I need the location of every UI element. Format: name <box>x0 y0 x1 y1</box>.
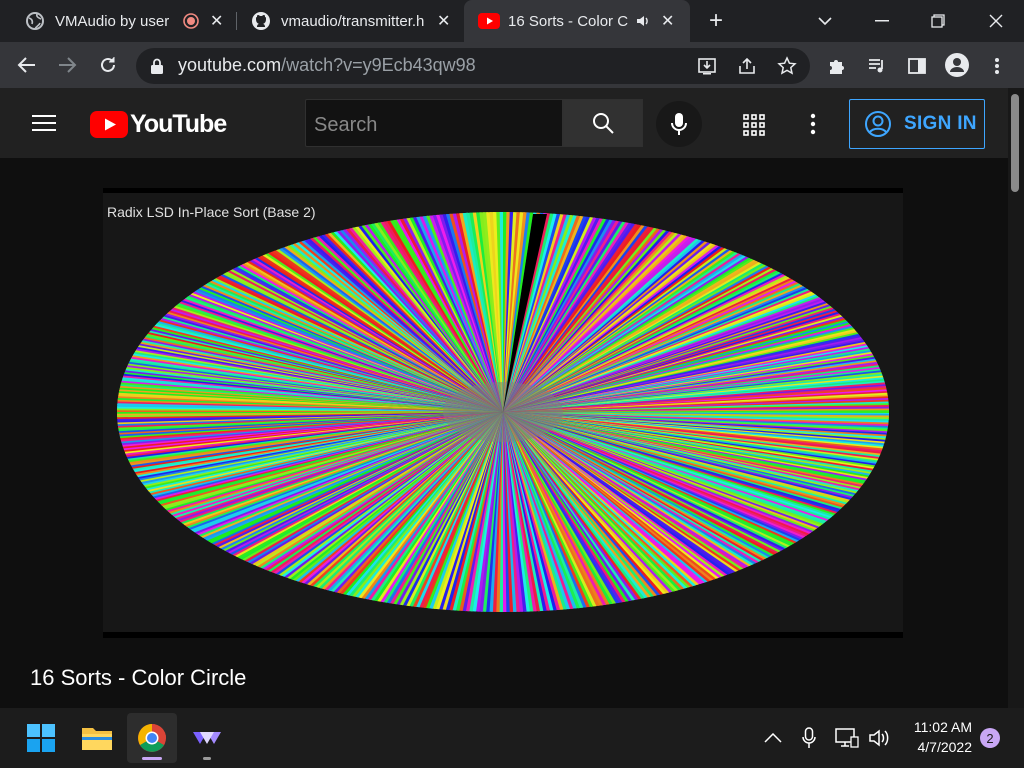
hamburger-menu-icon[interactable] <box>32 113 56 138</box>
tray-microphone-icon[interactable] <box>797 726 821 750</box>
youtube-play-icon <box>90 111 128 138</box>
tab-title: VMAudio by user <box>55 12 170 30</box>
start-windows-icon[interactable] <box>16 713 66 763</box>
github-icon <box>251 11 271 35</box>
tab-title: vmaudio/transmitter.h <box>281 12 425 30</box>
video-overlay-label: Radix LSD In-Place Sort (Base 2) <box>107 204 316 220</box>
sign-in-label: SIGN IN <box>904 113 977 134</box>
install-app-icon[interactable] <box>692 51 722 81</box>
taskbar-clock[interactable]: 11:02 AM 4/7/2022 <box>914 717 972 757</box>
notification-badge[interactable]: 2 <box>980 728 1000 748</box>
settings-more-icon[interactable] <box>810 113 816 140</box>
browser-menu-icon[interactable] <box>982 51 1012 81</box>
restore-button[interactable] <box>910 0 966 42</box>
close-tab-icon[interactable]: ✕ <box>661 11 674 31</box>
video-title: 16 Sorts - Color Circle <box>30 665 247 690</box>
network-icon[interactable] <box>835 726 859 750</box>
url-path: /watch?v=y9Ecb43qw98 <box>281 55 476 75</box>
search-button[interactable] <box>563 99 643 147</box>
tab-youtube-video[interactable]: 16 Sorts - Color C ✕ <box>464 0 690 42</box>
forward-arrow-icon[interactable] <box>52 50 82 80</box>
side-panel-icon[interactable] <box>902 51 932 81</box>
new-tab-button[interactable]: + <box>688 0 744 42</box>
clock-date: 4/7/2022 <box>917 739 973 755</box>
voice-search-button[interactable] <box>656 101 702 147</box>
share-icon[interactable] <box>732 51 762 81</box>
tab-vmaudio[interactable]: VMAudio by user ✕ <box>0 0 236 42</box>
close-tab-icon[interactable]: ✕ <box>210 11 223 31</box>
vmaudio-app-icon[interactable] <box>182 713 232 763</box>
profile-avatar-icon[interactable] <box>942 50 972 80</box>
search-placeholder: Search <box>314 114 378 136</box>
chrome-taskbar-icon[interactable] <box>127 713 177 763</box>
volume-icon[interactable] <box>867 726 891 750</box>
tab-title: 16 Sorts - Color C <box>508 12 628 30</box>
close-window-button[interactable] <box>968 0 1024 42</box>
microphone-icon <box>671 113 687 135</box>
youtube-logo[interactable]: YouTube <box>90 110 227 139</box>
speaker-audio-icon[interactable] <box>635 13 651 33</box>
tab-search-chevron-icon[interactable] <box>797 0 853 42</box>
tab-github-transmitter[interactable]: vmaudio/transmitter.h ✕ <box>237 0 463 42</box>
account-circle-icon <box>865 111 891 137</box>
color-circle-visualization <box>117 212 889 612</box>
back-arrow-icon[interactable] <box>12 50 42 80</box>
lock-icon[interactable] <box>142 51 172 81</box>
search-icon <box>593 113 614 134</box>
video-player[interactable]: Radix LSD In-Place Sort (Base 2) <box>103 188 903 638</box>
clock-time: 11:02 AM <box>913 719 972 735</box>
extensions-puzzle-icon[interactable] <box>822 51 852 81</box>
running-app-indicator <box>203 757 211 760</box>
url-host: youtube.com <box>178 55 282 75</box>
youtube-favicon-icon <box>478 13 500 33</box>
sign-in-button[interactable]: SIGN IN <box>849 99 985 149</box>
recording-icon <box>182 12 200 34</box>
player-bottom-border <box>103 632 903 638</box>
globe-icon <box>25 11 45 35</box>
close-tab-icon[interactable]: ✕ <box>437 11 450 31</box>
active-app-indicator <box>142 757 162 760</box>
file-explorer-icon[interactable] <box>72 713 122 763</box>
url-text[interactable]: youtube.com/watch?v=y9Ecb43qw98 <box>178 55 476 76</box>
minimize-button[interactable] <box>854 0 910 42</box>
reload-icon[interactable] <box>93 50 123 80</box>
youtube-logo-text: YouTube <box>130 110 227 138</box>
media-control-icon[interactable] <box>862 51 892 81</box>
bookmark-star-icon[interactable] <box>772 51 802 81</box>
scrollbar-thumb[interactable] <box>1011 94 1019 192</box>
tray-overflow-chevron-icon[interactable] <box>761 726 785 750</box>
apps-grid-icon[interactable] <box>743 114 765 141</box>
